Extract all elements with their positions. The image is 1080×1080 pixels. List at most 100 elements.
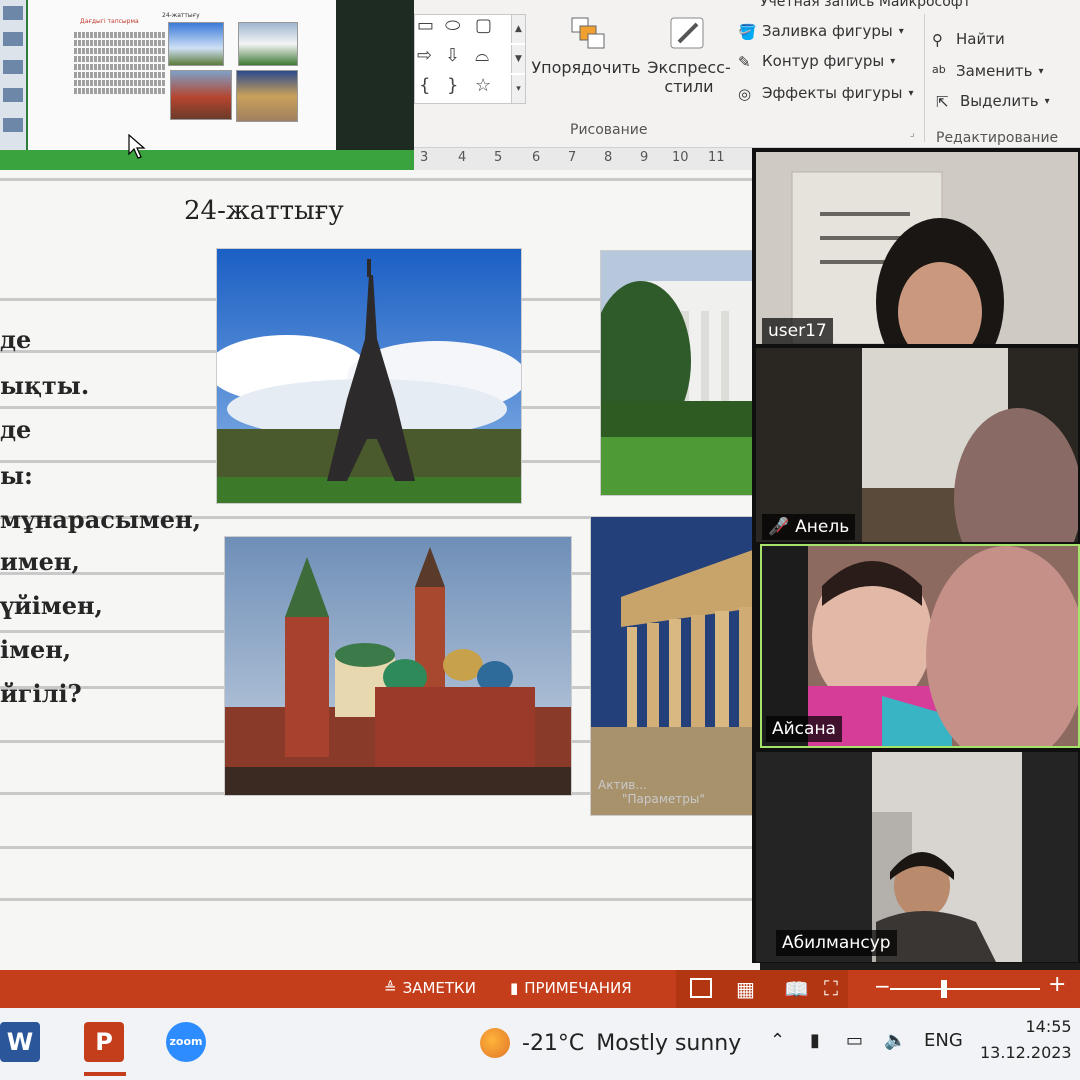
- slide-text-line[interactable]: мұнарасымен,: [0, 508, 201, 532]
- reading-view-icon[interactable]: 📖: [784, 977, 809, 1001]
- mini-thumbnail[interactable]: [3, 60, 23, 74]
- shape-fill-button[interactable]: 🪣 Заливка фигуры ▾: [738, 22, 904, 41]
- powerpoint-app-icon[interactable]: P: [84, 1022, 124, 1062]
- participant-tile[interactable]: 🎤̸ Анель: [756, 348, 1078, 542]
- slide-thumbnail-panel[interactable]: Дағдыгі тапсырма 24-жаттығу: [0, 0, 414, 180]
- slide-canvas[interactable]: 24-жаттығу де ықты. де ы: мұнарасымен, и…: [0, 170, 760, 970]
- rectangle-shape-icon[interactable]: ▭: [417, 15, 434, 36]
- chevron-down-icon: ▾: [908, 87, 914, 99]
- ruler-number: 10: [672, 150, 689, 165]
- oval-shape-icon[interactable]: ⬭: [445, 15, 460, 36]
- clock[interactable]: 14:55 13.12.2023: [980, 1014, 1072, 1065]
- right-arrow-shape-icon[interactable]: ⇨: [417, 45, 432, 66]
- quick-styles-icon: [670, 17, 704, 49]
- chevron-down-icon: ▾: [1044, 95, 1050, 107]
- chevron-down-icon: ▾: [890, 55, 896, 67]
- quick-styles-button[interactable]: Экспресс- стили: [644, 16, 734, 96]
- zoom-app-icon[interactable]: zoom: [166, 1022, 206, 1062]
- ruled-line: [0, 898, 760, 901]
- horizontal-ruler[interactable]: 3 4 5 6 7 8 9 10 11: [414, 148, 754, 170]
- right-brace-shape-icon[interactable]: }: [447, 75, 458, 96]
- mini-thumbnail[interactable]: [3, 118, 23, 132]
- star-shape-icon[interactable]: ☆: [475, 75, 491, 96]
- shape-effects-label: Эффекты фигуры: [762, 84, 903, 102]
- participant-tile[interactable]: user17: [756, 152, 1078, 344]
- slide-text-line[interactable]: имен,: [0, 550, 80, 574]
- weather-widget[interactable]: -21°C Mostly sunny: [480, 1028, 741, 1058]
- gallery-more-icon[interactable]: ▾: [511, 75, 525, 103]
- replace-button[interactable]: ab Заменить ▾: [932, 62, 1044, 80]
- zoom-slider-thumb[interactable]: [941, 980, 947, 998]
- participant-tile-active[interactable]: Айсана: [760, 544, 1080, 748]
- replace-icon: ab: [932, 63, 946, 76]
- select-label: Выделить: [960, 92, 1039, 110]
- view-buttons-group: ▦ 📖 ⛶: [676, 970, 848, 1008]
- slide-text-line[interactable]: де: [0, 328, 31, 352]
- find-button[interactable]: ⚲ Найти: [932, 30, 1005, 49]
- freeform-shape-icon[interactable]: ⌓: [475, 45, 489, 66]
- notes-button[interactable]: ≜ ЗАМЕТКИ: [384, 979, 476, 997]
- watermark-line-2: "Параметры": [622, 792, 705, 807]
- gallery-down-icon[interactable]: ▼: [511, 45, 525, 73]
- gallery-up-icon[interactable]: ▲: [511, 15, 525, 43]
- white-house-illustration: [601, 251, 755, 495]
- ruler-number: 8: [604, 150, 613, 165]
- shape-outline-button[interactable]: ✎ Контур фигуры ▾: [738, 52, 896, 71]
- account-label[interactable]: Учетная запись Майкрософт: [760, 0, 971, 10]
- arrange-button[interactable]: Упорядочить: [530, 16, 642, 77]
- mini-thumbnail[interactable]: [3, 88, 23, 102]
- language-indicator[interactable]: ENG: [924, 1030, 963, 1051]
- dialog-launcher-icon[interactable]: ⌟: [910, 128, 915, 139]
- slide-text-line[interactable]: йгілі?: [0, 682, 82, 706]
- participant-name: Айсана: [766, 716, 842, 742]
- mini-thumbnail[interactable]: [3, 32, 23, 46]
- ruler-number: 11: [708, 150, 725, 165]
- ruler-number: 7: [568, 150, 577, 165]
- mini-thumbnail[interactable]: [3, 6, 23, 20]
- ruler-number: 3: [420, 150, 429, 165]
- parthenon-image[interactable]: [590, 516, 760, 816]
- weather-description: Mostly sunny: [596, 1030, 742, 1056]
- eiffel-tower-image[interactable]: [216, 248, 522, 504]
- effects-icon: ◎: [738, 85, 752, 103]
- muted-microphone-icon: 🎤̸: [768, 517, 790, 537]
- powerpoint-status-bar: ≜ ЗАМЕТКИ ▮ ПРИМЕЧАНИЯ ▦ 📖 ⛶ − +: [0, 970, 1080, 1008]
- comment-icon: ▮: [510, 979, 519, 997]
- slide-title[interactable]: 24-жаттығу: [184, 196, 344, 226]
- participant-tile[interactable]: Абилмансур: [756, 752, 1078, 962]
- slide-text-line[interactable]: ы:: [0, 464, 33, 488]
- zoom-in-button[interactable]: +: [1048, 972, 1066, 997]
- participant-name: Абилмансур: [776, 930, 897, 956]
- editing-group-label: Редактирование: [936, 130, 1059, 146]
- left-brace-shape-icon[interactable]: {: [419, 75, 430, 96]
- battery-icon[interactable]: ▭: [846, 1030, 863, 1051]
- mouse-cursor-icon: [128, 134, 146, 159]
- slide-text-line[interactable]: імен,: [0, 638, 71, 662]
- slide-text-line[interactable]: үйімен,: [0, 594, 103, 618]
- watermark-line-1: Актив...: [598, 778, 647, 792]
- slide-text-line[interactable]: де: [0, 418, 31, 442]
- kremlin-illustration: [225, 537, 571, 795]
- participant-video: [756, 152, 1078, 344]
- speaker-icon[interactable]: 🔈: [884, 1030, 906, 1051]
- kremlin-image[interactable]: [224, 536, 572, 796]
- comments-button[interactable]: ▮ ПРИМЕЧАНИЯ: [510, 979, 632, 997]
- down-arrow-shape-icon[interactable]: ⇩: [445, 45, 460, 66]
- shape-effects-button[interactable]: ◎ Эффекты фигуры ▾: [738, 84, 914, 103]
- zoom-out-button[interactable]: −: [874, 974, 891, 998]
- slideshow-icon[interactable]: ⛶: [824, 976, 838, 1000]
- zoom-slider-track[interactable]: [890, 988, 1040, 990]
- white-house-image[interactable]: [600, 250, 756, 496]
- selected-thumbnail[interactable]: Дағдыгі тапсырма 24-жаттығу: [28, 0, 336, 150]
- word-app-icon[interactable]: W: [0, 1022, 40, 1062]
- slide-sorter-icon[interactable]: ▦: [736, 977, 755, 1001]
- thumbnail-title: Дағдыгі тапсырма: [80, 18, 139, 25]
- slide-text-line[interactable]: ықты.: [0, 374, 89, 398]
- chevron-up-icon[interactable]: ⌃: [770, 1030, 785, 1051]
- select-button[interactable]: ⇱ Выделить ▾: [936, 92, 1050, 111]
- thumbnail-parthenon-image: [236, 70, 298, 122]
- microphone-icon[interactable]: ▮: [810, 1030, 820, 1051]
- shapes-gallery[interactable]: ▭ ⬭ ▢ ⇨ ⇩ ⌓ { } ☆ ▲ ▼ ▾: [414, 14, 526, 104]
- rounded-rect-shape-icon[interactable]: ▢: [475, 15, 492, 36]
- normal-view-icon[interactable]: [690, 978, 712, 998]
